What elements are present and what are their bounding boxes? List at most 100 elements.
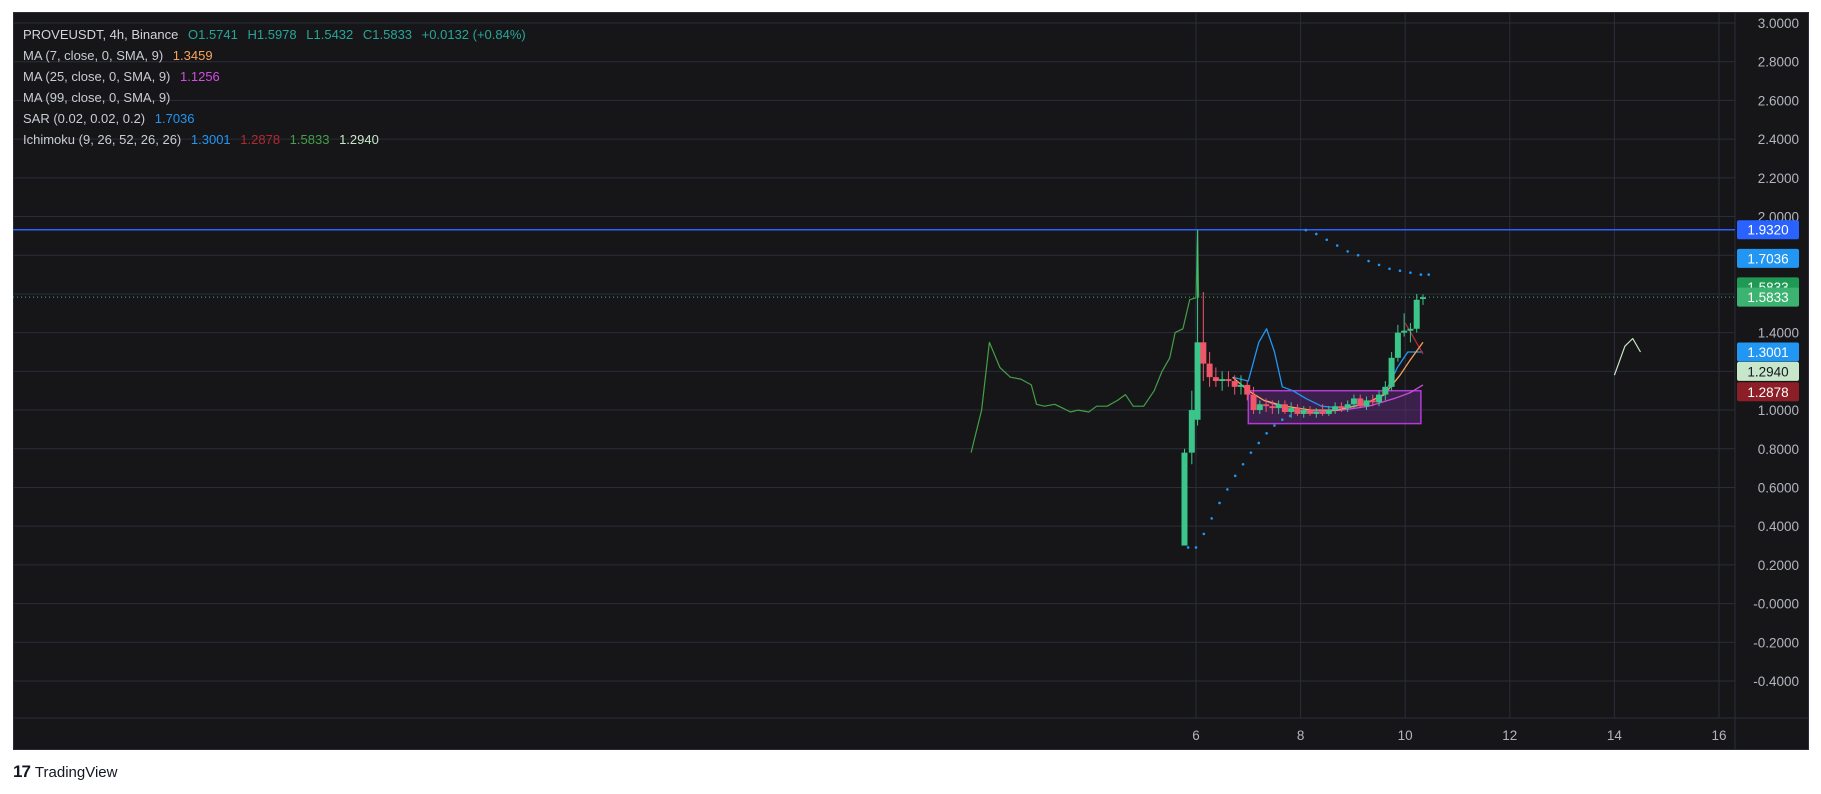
time-axis[interactable]: 6 8 10 12 14 16 — [1192, 728, 1726, 743]
candle[interactable] — [1212, 367, 1219, 387]
candle[interactable] — [1194, 230, 1201, 426]
price-tick-label: 0.8000 — [1758, 442, 1799, 457]
candle-body[interactable] — [1263, 404, 1270, 407]
price-tick-label: -0.4000 — [1753, 674, 1799, 689]
sar-dot — [1280, 418, 1284, 422]
candle-body[interactable] — [1363, 400, 1370, 407]
candle-body[interactable] — [1275, 404, 1282, 409]
sar-label: SAR (0.02, 0.02, 0.2) — [23, 111, 146, 126]
candle-body[interactable] — [1344, 404, 1351, 409]
price-tick-label: 0.4000 — [1758, 519, 1799, 534]
candle-body[interactable] — [1281, 404, 1288, 412]
candle-body[interactable] — [1382, 386, 1389, 395]
ichimoku-conversion-value: 1.3001 — [190, 132, 231, 147]
candle-body[interactable] — [1288, 408, 1295, 412]
tradingview-branding[interactable]: 17 TradingView — [13, 762, 117, 782]
candle[interactable] — [1206, 352, 1213, 387]
price-tick-label: 3.0000 — [1758, 16, 1799, 31]
price-tag-label: 1.3001 — [1747, 345, 1788, 360]
price-tag: 1.9320 — [1737, 220, 1799, 240]
legend-ma99[interactable]: MA (99, close, 0, SMA, 9) — [23, 87, 532, 108]
sar-dot — [1210, 517, 1213, 520]
candle-body[interactable] — [1244, 384, 1251, 395]
candle-body[interactable] — [1332, 406, 1339, 411]
price-tick-label: 2.4000 — [1758, 132, 1799, 147]
price-tag-label: 1.5833 — [1747, 290, 1788, 305]
sar-dot — [1419, 273, 1423, 276]
candle-body[interactable] — [1269, 406, 1276, 409]
candle-body[interactable] — [1319, 411, 1326, 414]
candle-body[interactable] — [1225, 379, 1232, 382]
price-tick-label: 1.0000 — [1758, 403, 1799, 418]
candle-body[interactable] — [1200, 342, 1207, 364]
candle[interactable] — [1413, 293, 1420, 333]
candle-body[interactable] — [1407, 328, 1414, 331]
sar-dot — [1409, 271, 1412, 274]
candle-body[interactable] — [1231, 381, 1238, 387]
candle-body[interactable] — [1325, 410, 1332, 414]
time-tick-label: 6 — [1192, 728, 1200, 743]
price-tick-label: 0.6000 — [1758, 480, 1799, 495]
candle[interactable] — [1200, 292, 1207, 382]
candle-body[interactable] — [1338, 406, 1345, 409]
sar-dot — [1226, 488, 1229, 491]
ichimoku-label: Ichimoku (9, 26, 52, 26, 26) — [23, 132, 182, 147]
candle[interactable] — [1188, 390, 1195, 465]
close-value: C1.5833 — [362, 27, 413, 42]
sar-dot — [1288, 414, 1292, 418]
candle-body[interactable] — [1194, 342, 1201, 420]
sar-dot — [1218, 501, 1221, 505]
ma25-value: 1.1256 — [180, 69, 220, 84]
ma7-label: MA (7, close, 0, SMA, 9) — [23, 48, 164, 63]
price-tag: 1.5833 — [1737, 287, 1799, 307]
candle-body[interactable] — [1350, 398, 1357, 405]
candle-body[interactable] — [1300, 410, 1307, 414]
legend-ma7[interactable]: MA (7, close, 0, SMA, 9) 1.3459 — [23, 45, 532, 66]
price-tag: 1.3001 — [1737, 342, 1799, 362]
sar-dot — [1273, 424, 1276, 427]
ichimoku-lagging-value: 1.5833 — [289, 132, 330, 147]
candle[interactable] — [1181, 448, 1188, 546]
ma99-label: MA (99, close, 0, SMA, 9) — [23, 90, 171, 105]
candle[interactable] — [1419, 294, 1426, 305]
candle-body[interactable] — [1401, 330, 1408, 333]
candle-body[interactable] — [1237, 384, 1244, 387]
candle[interactable] — [1394, 324, 1401, 362]
legend-ma25[interactable]: MA (25, close, 0, SMA, 9) 1.1256 — [23, 66, 532, 87]
candle-body[interactable] — [1181, 452, 1188, 546]
candle-body[interactable] — [1413, 299, 1420, 329]
price-tag-label: 1.7036 — [1747, 251, 1788, 266]
candle-body[interactable] — [1394, 332, 1401, 358]
candle-body[interactable] — [1256, 404, 1263, 411]
sar-dot — [1325, 238, 1329, 242]
candle-body[interactable] — [1219, 379, 1226, 382]
candle-body[interactable] — [1369, 400, 1376, 403]
candle-body[interactable] — [1313, 411, 1320, 414]
legend-sar[interactable]: SAR (0.02, 0.02, 0.2) 1.7036 — [23, 108, 532, 129]
candle[interactable] — [1388, 352, 1395, 391]
sar-dot — [1367, 259, 1370, 263]
ma25-label: MA (25, close, 0, SMA, 9) — [23, 69, 171, 84]
sar-dot — [1335, 244, 1339, 247]
candle[interactable] — [1219, 371, 1226, 391]
sar-dots — [1186, 228, 1431, 549]
legend-ohlc[interactable]: PROVEUSDT, 4h, Binance O1.5741 H1.5978 L… — [23, 24, 532, 45]
candle-body[interactable] — [1294, 408, 1301, 414]
candle[interactable] — [1225, 371, 1232, 387]
candle-body[interactable] — [1357, 398, 1364, 407]
candle-body[interactable] — [1212, 377, 1219, 382]
candle-body[interactable] — [1376, 394, 1383, 403]
price-tick-label: -0.0000 — [1753, 597, 1799, 612]
candle-body[interactable] — [1388, 357, 1395, 387]
candle-body[interactable] — [1188, 410, 1195, 453]
candle-body[interactable] — [1206, 363, 1213, 378]
ichimoku-lagging-span — [970, 229, 1200, 453]
sar-dot — [1186, 546, 1190, 549]
symbol-label[interactable]: PROVEUSDT, 4h, Binance — [23, 27, 178, 42]
tradingview-logo-icon: 17 — [13, 762, 31, 781]
candle-body[interactable] — [1250, 394, 1257, 411]
time-tick-label: 8 — [1297, 728, 1305, 743]
candle-body[interactable] — [1307, 410, 1314, 414]
legend: PROVEUSDT, 4h, Binance O1.5741 H1.5978 L… — [23, 24, 532, 150]
legend-ichimoku[interactable]: Ichimoku (9, 26, 52, 26, 26) 1.3001 1.28… — [23, 129, 532, 150]
